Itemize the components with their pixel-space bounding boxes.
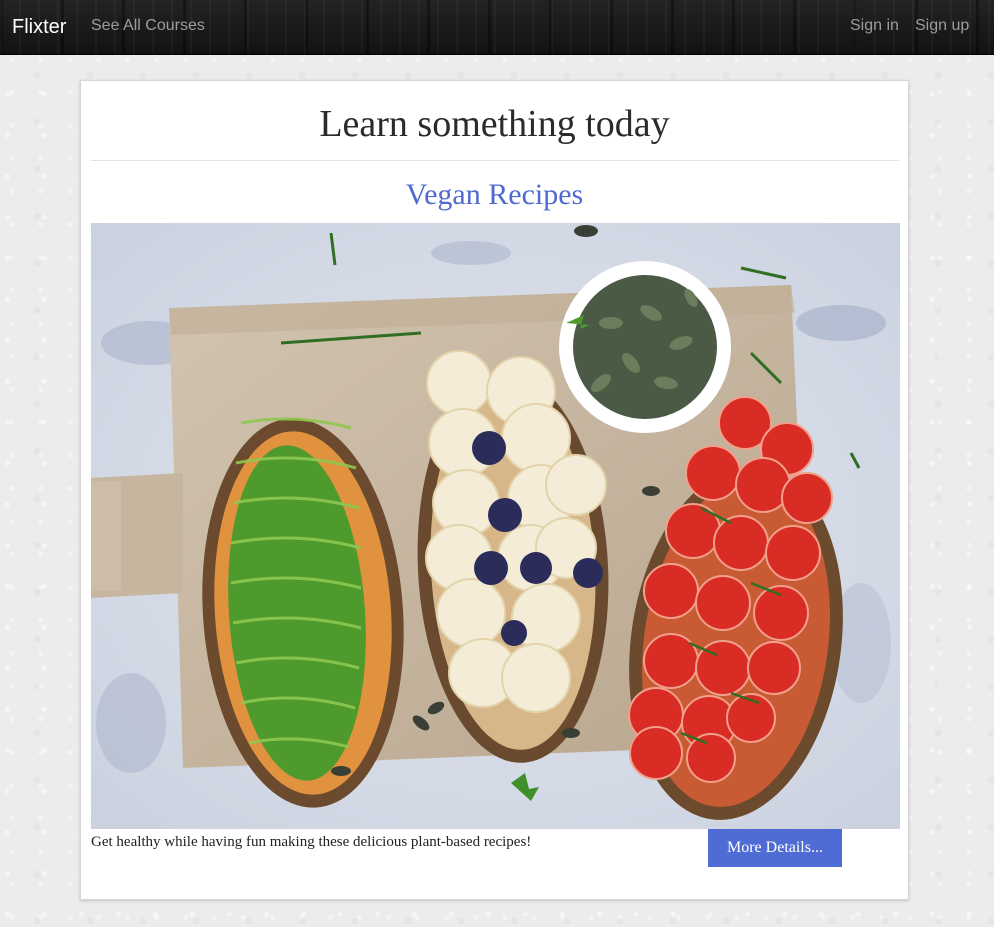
nav-link-see-all-courses[interactable]: See All Courses [91,16,205,36]
course-card: Learn something today Vegan Recipes Get … [80,80,909,900]
more-details-button[interactable]: More Details... [708,829,842,867]
title-divider [91,160,899,161]
course-description: Get healthy while having fun making thes… [91,834,532,850]
course-title-link[interactable]: Vegan Recipes [81,176,908,214]
page-title: Learn something today [319,103,670,145]
nav-link-sign-in[interactable]: Sign in [850,16,899,36]
course-image[interactable] [91,223,900,829]
nav-link-sign-up[interactable]: Sign up [915,16,969,36]
brand-logo-link[interactable]: Flixter [12,15,66,39]
vegan-toast-photo [91,223,900,829]
top-navbar: Flixter See All Courses Sign in Sign up [0,0,994,55]
